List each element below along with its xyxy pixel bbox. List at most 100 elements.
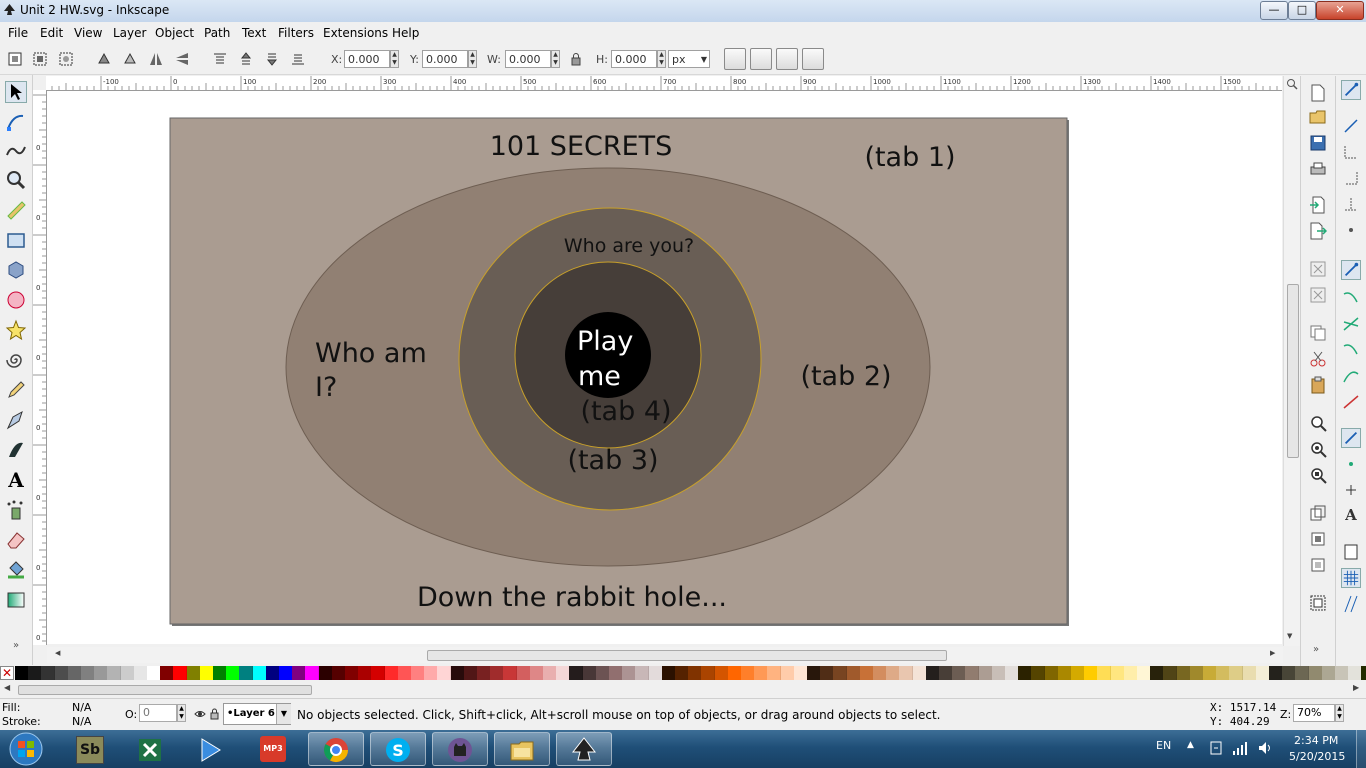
- zoom-field[interactable]: 70%: [1293, 704, 1335, 722]
- palette-scroll-thumb[interactable]: [18, 685, 312, 695]
- palette-swatch[interactable]: [793, 666, 808, 680]
- palette-swatch[interactable]: [477, 666, 491, 680]
- h-field[interactable]: 0.000: [611, 50, 657, 68]
- taskbar-explorer[interactable]: [494, 732, 550, 766]
- lock-icon[interactable]: [568, 51, 584, 67]
- menu-filters[interactable]: Filters: [278, 26, 314, 40]
- palette-swatch[interactable]: [331, 666, 346, 680]
- palette-swatch[interactable]: [463, 666, 478, 680]
- palette-swatch[interactable]: [952, 666, 967, 680]
- snap-bbox-midpoint-icon[interactable]: [1341, 194, 1361, 214]
- snap-bbox-edge-icon[interactable]: [1341, 142, 1361, 162]
- palette-swatch[interactable]: [1348, 666, 1363, 680]
- language-indicator[interactable]: EN: [1156, 739, 1171, 752]
- palette-swatch[interactable]: [160, 666, 175, 680]
- snap-smooth-nodes-icon[interactable]: [1341, 366, 1361, 386]
- scroll-right-arrow-icon[interactable]: ▶: [1270, 649, 1275, 657]
- palette-swatch[interactable]: [41, 666, 56, 680]
- snap-cusp-nodes-icon[interactable]: [1341, 340, 1361, 360]
- zoom-spinner[interactable]: ▲ ▼: [1335, 704, 1344, 722]
- palette-swatch[interactable]: [780, 666, 795, 680]
- selector-tool[interactable]: [5, 81, 27, 103]
- ellipse-tool-icon[interactable]: [5, 289, 27, 311]
- taskbar-mp3-tool[interactable]: MP3: [246, 732, 302, 766]
- palette-swatch[interactable]: [582, 666, 597, 680]
- taskbar-excel[interactable]: [122, 732, 178, 766]
- palette-scrollbar[interactable]: ◀ ▶: [0, 683, 1366, 697]
- snap-object-center-icon[interactable]: [1341, 454, 1361, 474]
- palette-swatch[interactable]: [873, 666, 887, 680]
- palette-swatch[interactable]: [133, 666, 148, 680]
- taskbar-snagit[interactable]: Sb: [62, 732, 118, 766]
- fill-value[interactable]: N/A: [72, 701, 91, 714]
- palette-swatch[interactable]: [318, 666, 333, 680]
- menu-extensions[interactable]: Extensions: [323, 26, 388, 40]
- flip-horizontal-icon[interactable]: [148, 51, 164, 67]
- snap-midpoints-icon[interactable]: [1341, 392, 1361, 412]
- palette-swatch[interactable]: [1203, 666, 1217, 680]
- menu-edit[interactable]: Edit: [40, 26, 63, 40]
- palette-swatch[interactable]: [358, 666, 373, 680]
- palette-swatch[interactable]: [1189, 666, 1204, 680]
- palette-swatch[interactable]: [1295, 666, 1310, 680]
- palette-swatch[interactable]: [120, 666, 135, 680]
- palette-swatch[interactable]: [226, 666, 241, 680]
- snap-others-icon[interactable]: [1341, 428, 1361, 448]
- zoom-page-icon[interactable]: [1309, 466, 1327, 484]
- zoom-selection-icon[interactable]: [1309, 414, 1327, 432]
- palette-swatch[interactable]: [1308, 666, 1323, 680]
- rotate-ccw-icon[interactable]: [96, 51, 112, 67]
- y-field[interactable]: 0.000: [422, 50, 468, 68]
- import-icon[interactable]: [1309, 196, 1327, 214]
- palette-swatch[interactable]: [371, 666, 386, 680]
- palette-swatch[interactable]: [411, 666, 425, 680]
- snap-page-border-icon[interactable]: [1341, 542, 1361, 562]
- palette-swatch[interactable]: [1216, 666, 1231, 680]
- palette-swatch[interactable]: [1137, 666, 1151, 680]
- eye-icon[interactable]: [194, 708, 206, 720]
- snap-guide-icon[interactable]: [1341, 594, 1361, 614]
- palette-swatch[interactable]: [1018, 666, 1033, 680]
- palette-swatch[interactable]: [543, 666, 557, 680]
- palette-swatch[interactable]: [1242, 666, 1257, 680]
- palette-swatch[interactable]: [490, 666, 505, 680]
- palette-swatch[interactable]: [965, 666, 980, 680]
- menu-text[interactable]: Text: [242, 26, 266, 40]
- palette-swatch[interactable]: [833, 666, 848, 680]
- palette-swatch[interactable]: [912, 666, 927, 680]
- export-icon[interactable]: [1309, 222, 1327, 240]
- tweak-tool-icon[interactable]: [5, 139, 27, 161]
- palette-scroll-left-icon[interactable]: ◀: [4, 683, 10, 692]
- w-field[interactable]: 0.000: [505, 50, 551, 68]
- palette-swatch[interactable]: [1071, 666, 1085, 680]
- palette-swatch[interactable]: [173, 666, 188, 680]
- palette-swatch[interactable]: [807, 666, 821, 680]
- palette-swatch[interactable]: [279, 666, 293, 680]
- palette-swatch[interactable]: [424, 666, 439, 680]
- snap-toggle-icon[interactable]: [1341, 80, 1361, 100]
- palette-swatch[interactable]: [1163, 666, 1178, 680]
- palette-swatch[interactable]: [265, 666, 280, 680]
- zoom-drawing-icon[interactable]: [1309, 440, 1327, 458]
- menu-view[interactable]: View: [74, 26, 102, 40]
- no-paint-swatch[interactable]: ✕: [0, 666, 14, 680]
- palette-scroll-right-icon[interactable]: ▶: [1353, 683, 1359, 692]
- measure-tool-icon[interactable]: [5, 199, 27, 221]
- drawing-canvas[interactable]: 101 SECRETS (tab 1) (tab 2) (tab 3) (tab…: [47, 91, 1282, 644]
- palette-swatch[interactable]: [437, 666, 452, 680]
- x-field[interactable]: 0.000: [344, 50, 390, 68]
- palette-swatch[interactable]: [714, 666, 729, 680]
- palette-swatch[interactable]: [1150, 666, 1165, 680]
- volume-icon[interactable]: [1257, 740, 1273, 756]
- palette-swatch[interactable]: [28, 666, 43, 680]
- deselect-icon[interactable]: [58, 51, 74, 67]
- palette-swatch[interactable]: [67, 666, 82, 680]
- clone-icon[interactable]: [1309, 530, 1327, 548]
- palette-swatch[interactable]: [675, 666, 689, 680]
- stroke-value[interactable]: N/A: [72, 715, 91, 728]
- transform-patterns-toggle[interactable]: [802, 48, 824, 70]
- palette-swatch[interactable]: [397, 666, 412, 680]
- palette-swatch[interactable]: [622, 666, 637, 680]
- opacity-spinner[interactable]: ▲ ▼: [177, 704, 186, 722]
- palette-swatch[interactable]: [450, 666, 465, 680]
